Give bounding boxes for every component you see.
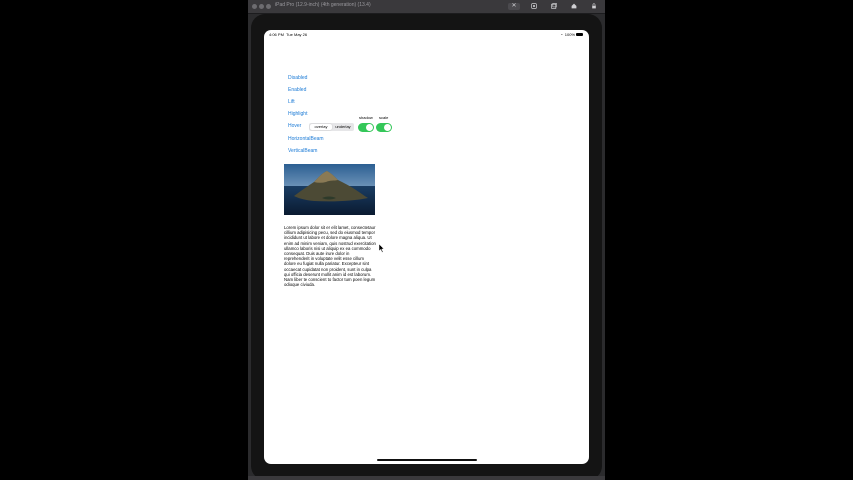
menu-item-disabled[interactable]: Disabled xyxy=(288,75,307,81)
home-indicator[interactable] xyxy=(377,459,477,461)
toggle-knob xyxy=(384,124,391,131)
status-right: ◔ 100% xyxy=(560,32,583,37)
ipad-screen: 4:06 PM Tue May 26 ◔ 100% Disabled Enable… xyxy=(264,30,589,464)
home-screen-icon[interactable] xyxy=(570,3,577,10)
simulator-titlebar: iPad Pro (12.9-inch) (4th generation) (1… xyxy=(248,0,605,14)
status-time: 4:06 PM Tue May 26 xyxy=(269,32,307,37)
mouse-cursor-icon xyxy=(379,244,385,253)
status-time-text: 4:06 PM xyxy=(269,32,284,37)
menu-item-hover[interactable]: Hover xyxy=(288,123,301,129)
shadow-label: shadow xyxy=(359,115,373,120)
close-window-button[interactable] xyxy=(252,4,257,9)
screenshot-icon[interactable] xyxy=(550,3,557,10)
status-date-text: Tue May 26 xyxy=(286,32,308,37)
scale-label: scale xyxy=(379,115,389,120)
hover-effect-segmented-control[interactable]: overlay underlay xyxy=(309,123,354,131)
toggle-knob xyxy=(366,124,373,131)
battery-icon xyxy=(576,33,583,37)
dock-strip xyxy=(248,476,605,480)
menu-item-vertical-beam[interactable]: VerticalBeam xyxy=(288,148,317,154)
desktop-background xyxy=(604,12,853,480)
segment-underlay[interactable]: underlay xyxy=(332,124,354,130)
segment-overlay[interactable]: overlay xyxy=(310,124,332,130)
shadow-toggle[interactable] xyxy=(358,123,374,132)
lock-icon[interactable] xyxy=(590,3,597,10)
menu-item-enabled[interactable]: Enabled xyxy=(288,87,306,93)
body-paragraph: Lorem ipsum dolor sit er elit lamet, con… xyxy=(284,225,376,288)
window-title: iPad Pro (12.9-inch) (4th generation) (1… xyxy=(275,2,371,8)
scale-toggle[interactable] xyxy=(376,123,392,132)
battery-percent: 100% xyxy=(564,32,575,37)
minimize-window-button[interactable] xyxy=(259,4,264,9)
close-x-icon[interactable]: ✕ xyxy=(508,3,520,10)
home-icon[interactable] xyxy=(530,3,537,10)
landscape-photo xyxy=(284,164,375,215)
zoom-window-button[interactable] xyxy=(266,4,271,9)
menu-item-horizontal-beam[interactable]: HorizontalBeam xyxy=(288,136,324,142)
menu-item-highlight[interactable]: Highlight xyxy=(288,111,307,117)
simulator-window: iPad Pro (12.9-inch) (4th generation) (1… xyxy=(248,0,605,480)
wifi-icon: ◔ xyxy=(560,32,563,37)
menu-item-lift[interactable]: Lift xyxy=(288,99,295,105)
